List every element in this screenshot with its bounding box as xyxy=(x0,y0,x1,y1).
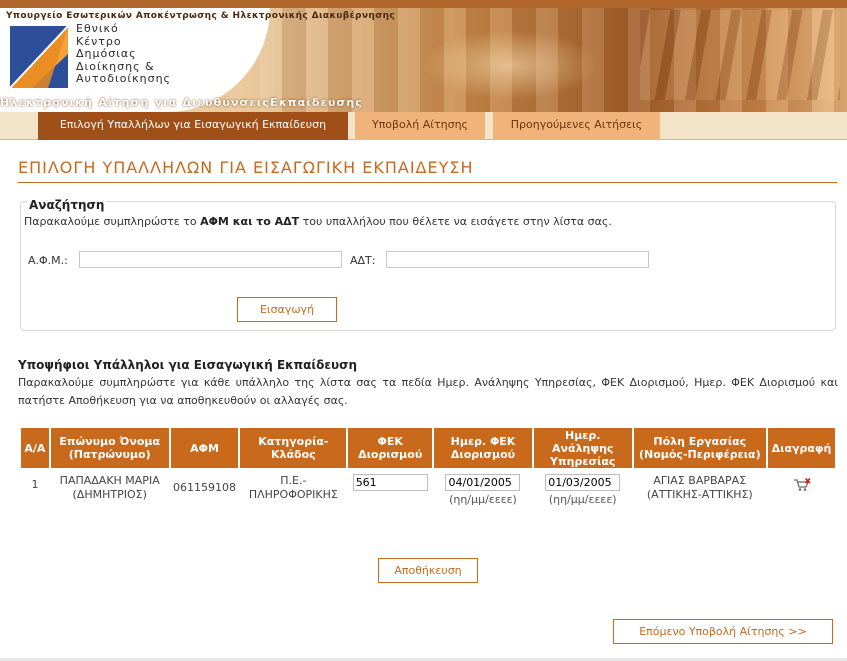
cart-remove-icon[interactable] xyxy=(793,478,811,492)
col-header-name: Επώνυμο Όνομα (Πατρώνυμο) xyxy=(48,426,171,470)
work-region: (ΑΤΤΙΚΗΣ-ΑΤΤΙΚΗΣ) xyxy=(646,488,753,501)
app-title: Ηλεκτρονική Αίτηση για ΔιευθύνσειςΕκπαίδ… xyxy=(0,96,364,109)
cell-fek-date: (ηη/μμ/εεεε) xyxy=(433,469,533,507)
col-header-aa: Α/Α xyxy=(19,426,51,470)
cell-category: Π.Ε.- ΠΛΗΡΟΦΟΡΙΚΗΣ xyxy=(239,469,347,507)
date-format-hint: (ηη/μμ/εεεε) xyxy=(449,493,517,506)
page-title: ΕΠΙΛΟΓΗ ΥΠΑΛΛΗΛΩΝ ΓΙΑ ΕΙΣΑΓΩΓΙΚΗ ΕΚΠΑΙΔΕ… xyxy=(18,158,474,177)
org-line: Εθνικό xyxy=(76,22,119,35)
banner-photo-shelves xyxy=(640,10,840,100)
start-date-input[interactable] xyxy=(545,474,621,491)
cell-name: ΠΑΠΑΔΑΚΗ ΜΑΡΙΑ (ΔΗΜΗΤΡΙΟΣ) xyxy=(50,469,170,507)
banner-photo-highlight xyxy=(420,30,600,100)
org-line: Δημόσιας xyxy=(76,47,137,60)
table-header-row: Α/Α Επώνυμο Όνομα (Πατρώνυμο) ΑΦΜ Κατηγο… xyxy=(19,426,837,470)
cell-delete xyxy=(767,469,836,507)
col-header-category: Κατηγορία-Κλάδος xyxy=(238,426,349,470)
search-help-post: του υπαλλήλου που θέλετε να εισάγετε στη… xyxy=(299,215,612,228)
col-header-delete: Διαγραφή xyxy=(766,426,837,470)
fek-date-input[interactable] xyxy=(445,474,521,491)
adt-input[interactable] xyxy=(386,251,649,268)
cell-fek xyxy=(347,469,433,507)
search-help-text: Παρακαλούμε συμπληρώστε το ΑΦΜ και το ΑΔ… xyxy=(24,215,612,228)
cell-city: ΑΓΙΑΣ ΒΑΡΒΑΡΑΣ (ΑΤΤΙΚΗΣ-ΑΤΤΙΚΗΣ) xyxy=(633,469,767,507)
employee-name: ΠΑΠΑΔΑΚΗ ΜΑΡΙΑ xyxy=(59,474,160,487)
candidates-table: Α/Α Επώνυμο Όνομα (Πατρώνυμο) ΑΦΜ Κατηγο… xyxy=(19,426,837,507)
work-city: ΑΓΙΑΣ ΒΑΡΒΑΡΑΣ xyxy=(653,474,747,487)
col-header-start-date: Ημερ. Ανάληψης Υπηρεσίας xyxy=(531,426,634,470)
search-title: Αναζήτηση xyxy=(27,198,107,212)
table-row: 1 ΠΑΠΑΔΑΚΗ ΜΑΡΙΑ (ΔΗΜΗΤΡΙΟΣ) 061159108 Π… xyxy=(20,469,836,507)
tab-submit-application[interactable]: Υποβολή Αίτησης xyxy=(355,112,485,140)
header-banner: Υπουργείο Εσωτερικών Αποκέντρωσης & Ηλεκ… xyxy=(0,0,847,112)
ministry-name: Υπουργείο Εσωτερικών Αποκέντρωσης & Ηλεκ… xyxy=(6,11,396,21)
col-header-fek-date: Ημερ. ΦΕΚ Διορισμού xyxy=(432,426,534,470)
org-name: Εθνικό Κέντρο Δημόσιας Διοίκησης & Αυτοδ… xyxy=(76,22,172,86)
org-line: Αυτοδιοίκησης xyxy=(76,72,172,85)
fek-input[interactable] xyxy=(352,474,428,491)
next-submit-button[interactable]: Επόμενο Υποβολή Αίτησης >> xyxy=(613,619,833,644)
cell-afm: 061159108 xyxy=(172,481,236,494)
insert-button[interactable]: Εισαγωγή xyxy=(237,297,337,322)
date-format-hint: (ηη/μμ/εεεε) xyxy=(548,493,617,506)
afm-label: Α.Φ.Μ.: xyxy=(28,254,68,267)
title-divider xyxy=(18,182,837,183)
ekdda-logo-icon xyxy=(9,25,69,89)
employee-category: Π.Ε.- xyxy=(280,474,307,487)
afm-input[interactable] xyxy=(79,251,342,268)
adt-label: ΑΔΤ: xyxy=(350,254,376,267)
tab-previous-applications[interactable]: Προηγούμενες Αιτήσεις xyxy=(493,112,660,140)
search-help-pre: Παρακαλούμε συμπληρώστε το xyxy=(24,215,201,228)
candidates-help-text: Παρακαλούμε συμπληρώστε για κάθε υπάλληλ… xyxy=(18,376,838,407)
col-header-city: Πόλη Εργασίας (Νομός-Περιφέρεια) xyxy=(631,426,769,470)
col-header-afm: ΑΦΜ xyxy=(168,426,241,470)
save-button[interactable]: Αποθήκευση xyxy=(378,558,478,583)
employee-father-name: (ΔΗΜΗΤΡΙΟΣ) xyxy=(72,488,147,501)
search-help-bold: ΑΦΜ και το ΑΔΤ xyxy=(200,215,300,228)
employee-branch: ΠΛΗΡΟΦΟΡΙΚΗΣ xyxy=(248,488,338,501)
tab-bar: Επιλογή Υπαλλήλων για Εισαγωγική Εκπαίδε… xyxy=(0,112,847,140)
banner-top-strip xyxy=(0,0,847,8)
candidates-title: Υποψήφιοι Υπάλληλοι για Εισαγωγική Εκπαί… xyxy=(18,358,357,372)
cell-aa: 1 xyxy=(31,478,39,491)
cell-start-date: (ηη/μμ/εεεε) xyxy=(533,469,633,507)
col-header-fek: ΦΕΚ Διορισμού xyxy=(346,426,435,470)
tab-select-employees[interactable]: Επιλογή Υπαλλήλων για Εισαγωγική Εκπαίδε… xyxy=(38,112,348,140)
